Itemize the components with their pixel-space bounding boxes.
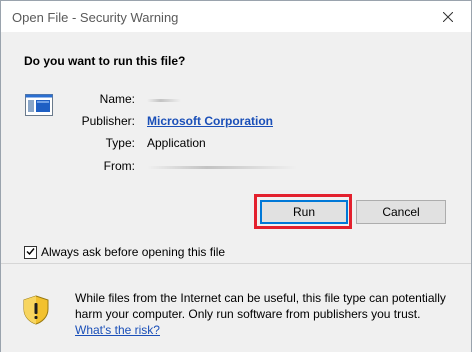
close-icon bbox=[443, 11, 453, 22]
from-value bbox=[147, 166, 297, 169]
title-bar: Open File - Security Warning bbox=[1, 1, 471, 32]
type-label: Type: bbox=[105, 136, 135, 150]
publisher-label: Publisher: bbox=[81, 114, 135, 128]
checkmark-icon bbox=[26, 245, 35, 259]
run-button-highlight bbox=[254, 194, 352, 229]
warning-shield-icon bbox=[23, 295, 49, 328]
warning-text: While files from the Internet can be use… bbox=[75, 291, 446, 321]
security-warning-dialog: Open File - Security Warning Do you want… bbox=[0, 0, 472, 352]
warning-panel: While files from the Internet can be use… bbox=[1, 263, 471, 352]
whats-the-risk-link[interactable]: What's the risk? bbox=[75, 323, 160, 337]
cancel-button[interactable]: Cancel bbox=[356, 200, 446, 224]
window-title: Open File - Security Warning bbox=[12, 10, 179, 25]
publisher-link[interactable]: Microsoft Corporation bbox=[147, 114, 273, 128]
warning-message: While files from the Internet can be use… bbox=[75, 290, 455, 338]
always-ask-row: Always ask before opening this file bbox=[24, 245, 225, 259]
always-ask-checkbox[interactable] bbox=[24, 245, 37, 259]
dialog-heading: Do you want to run this file? bbox=[24, 54, 186, 68]
dialog-body: Do you want to run this file? Name: Publ… bbox=[1, 32, 471, 263]
application-icon bbox=[25, 94, 53, 119]
name-value bbox=[147, 99, 181, 102]
always-ask-label[interactable]: Always ask before opening this file bbox=[41, 245, 225, 259]
from-label: From: bbox=[103, 159, 135, 173]
name-label: Name: bbox=[99, 92, 135, 106]
type-value: Application bbox=[147, 136, 206, 150]
close-button[interactable] bbox=[425, 1, 471, 32]
